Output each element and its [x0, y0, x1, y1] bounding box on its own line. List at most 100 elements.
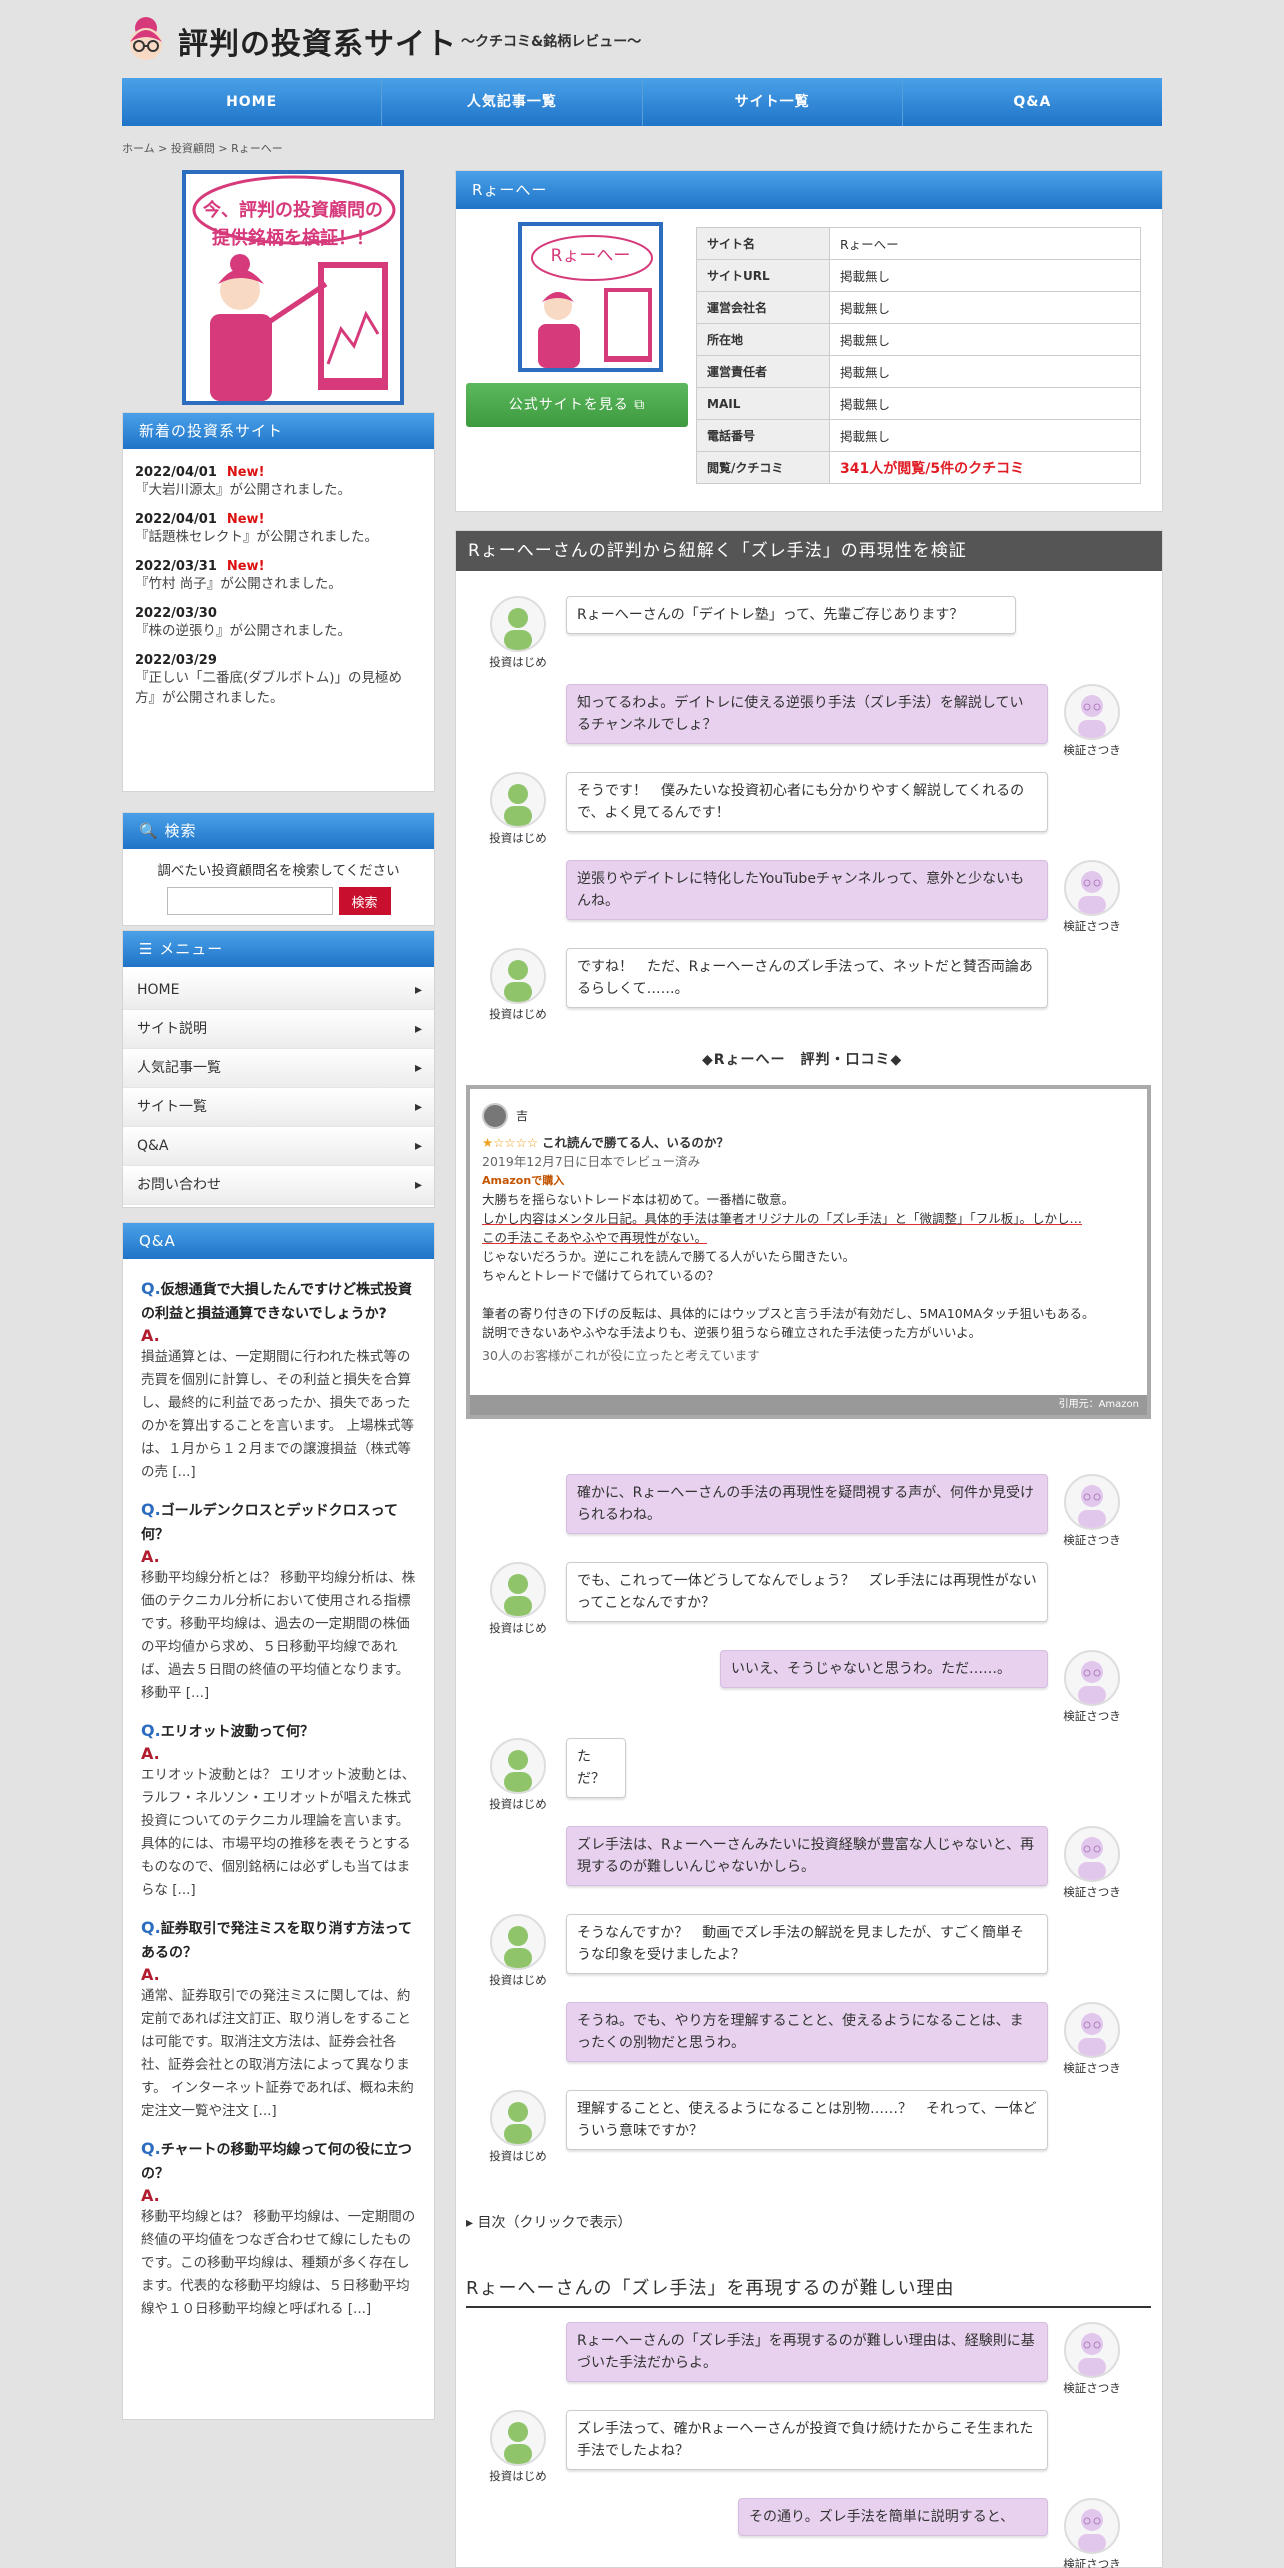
site-logo[interactable]: 評判の投資系サイト 〜クチコミ&銘柄レビュー〜	[122, 12, 641, 70]
chat-bubble: でも、これって一体どうしてなんでしょう？ ズレ手法には再現性がないってことなんで…	[566, 1562, 1048, 1622]
review-line: この手法こそあやふやで再現性がない。	[482, 1230, 708, 1245]
speaker-avatar: 検証さつき	[1062, 1650, 1122, 1724]
news-date-text: 2022/04/01	[135, 512, 217, 527]
review-title: これ読んで勝てる人、いるのか？	[542, 1135, 729, 1150]
menu-item[interactable]: 人気記事一覧	[123, 1049, 434, 1088]
chat-bubble: そうなんですか？ 動画でズレ手法の解説を見ましたが、すごく簡単そうな印象を受けま…	[566, 1914, 1048, 1974]
qa-question[interactable]: Q.チャートの移動平均線って何の役に立つの？	[141, 2137, 420, 2186]
woman-avatar-icon	[1078, 2333, 1106, 2376]
qa-question[interactable]: Q.エリオット波動って何？	[141, 1719, 420, 1744]
qa-question[interactable]: Q.仮想通貨で大損したんですけど株式投資の利益と損益通算できないでしょうか?	[141, 1277, 420, 1326]
avatar-frame	[490, 596, 546, 652]
news-link[interactable]: 『大岩川源太』が公開されました。	[135, 480, 422, 500]
official-site-button[interactable]: 公式サイトを見る ⧉	[466, 383, 688, 427]
external-link-icon: ⧉	[634, 397, 646, 413]
speaker-name: 検証さつき	[1063, 743, 1121, 757]
profile-key: 電話番号	[696, 419, 830, 452]
news-link[interactable]: 『株の逆張り』が公開されました。	[135, 621, 422, 641]
toc-toggle[interactable]: ▸ 目次（クリックで表示）	[466, 2212, 631, 2232]
news-heading: 新着の投資系サイト	[123, 413, 434, 449]
avatar-frame	[490, 2090, 546, 2146]
chat-message: Rょーへーさんの「ズレ手法」を再現するのが難しい理由は、経験則に基づいた手法だか…	[566, 2322, 1122, 2396]
profile-row: 電話番号 掲載無し	[696, 419, 1141, 452]
speaker-avatar: 投資はじめ	[488, 2090, 548, 2164]
speaker-name: 検証さつき	[1063, 919, 1121, 933]
menu-item[interactable]: サイト一覧	[123, 1088, 434, 1127]
review-heading: ◆Rょーへー 評判・口コミ◆	[702, 1052, 903, 1068]
q-mark: Q.	[141, 1500, 161, 1519]
speaker-avatar: 検証さつき	[1062, 2322, 1122, 2396]
avatar-frame	[1064, 2498, 1120, 2554]
new-badge: New!	[226, 512, 265, 527]
avatar-frame	[490, 948, 546, 1004]
avatar-frame	[1064, 684, 1120, 740]
banner-caption: 今、評判の投資顧問の 提供銘柄を検証！！	[182, 197, 404, 253]
q-mark: Q.	[141, 2139, 161, 2158]
profile-row: 運営責任者 掲載無し	[696, 355, 1141, 388]
chat-bubble: ズレ手法って、確かRょーへーさんが投資で負け続けたからこそ生まれた手法でしたよね…	[566, 2410, 1048, 2470]
chat-bubble: そうね。でも、やり方を理解することと、使えるようになることは、まったくの別物だと…	[566, 2002, 1048, 2062]
qa-question[interactable]: Q.ゴールデンクロスとデッドクロスって何？	[141, 1498, 420, 1547]
review-card: 吉 ★☆☆☆☆ これ読んで勝てる人、いるのか？ 2019年12月7日に日本でレビ…	[466, 1085, 1151, 1419]
nav-qa[interactable]: Q&A	[903, 78, 1162, 126]
section-heading: Rょーへーさんの「ズレ手法」を再現するのが難しい理由	[466, 2274, 1151, 2308]
chat-bubble: 逆張りやデイトレに特化したYouTubeチャンネルって、意外と少ないもんね。	[566, 860, 1048, 920]
menu-list: HOMEサイト説明人気記事一覧サイト一覧Q&Aお問い合わせ	[123, 971, 434, 1205]
nav-sites[interactable]: サイト一覧	[643, 78, 903, 126]
qa-answer: 損益通算とは、一定期間に行われた株式等の売買を個別に計算し、その利益と損失を合算…	[141, 1349, 414, 1480]
news-link[interactable]: 『竹村 尚子』が公開されました。	[135, 574, 422, 594]
avatar-frame	[1064, 2322, 1120, 2378]
profile-row: サイトURL 掲載無し	[696, 259, 1141, 292]
qa-answer: 通常、証券取引での発注ミスに関しては、約定前であれば注文訂正、取り消しをすること…	[141, 1988, 414, 2119]
news-link[interactable]: 『正しい「二番底(ダブルボトム)」の見極め方』が公開されました。	[135, 668, 422, 708]
avatar-frame	[1064, 1826, 1120, 1882]
news-date-text: 2022/04/01	[135, 465, 217, 480]
avatar-frame	[490, 1562, 546, 1618]
qa-question-text: ゴールデンクロスとデッドクロスって何？	[141, 1503, 398, 1543]
q-mark: Q.	[141, 1918, 161, 1937]
avatar-frame	[1064, 1474, 1120, 1530]
profile-key: 閲覧/クチコミ	[696, 451, 830, 484]
menu-heading: ☰ メニュー	[123, 931, 434, 967]
chat-message: 知ってるわよ。デイトレに使える逆張り手法（ズレ手法）を解説しているチャンネルでし…	[566, 684, 1122, 758]
boy-avatar-icon	[504, 784, 532, 826]
speaker-avatar: 検証さつき	[1062, 2498, 1122, 2568]
menu-item[interactable]: HOME	[123, 971, 434, 1010]
qa-answer: エリオット波動とは？ エリオット波動とは、ラルフ・ネルソン・エリオットが唱えた株…	[141, 1767, 416, 1898]
menu-item[interactable]: サイト説明	[123, 1010, 434, 1049]
review-line: 大勝ちを揺らないトレード本は初めて。一番楢に敬意。	[482, 1192, 795, 1207]
speaker-avatar: 検証さつき	[1062, 1474, 1122, 1548]
nav-popular[interactable]: 人気記事一覧	[382, 78, 643, 126]
boy-avatar-icon	[504, 1926, 532, 1968]
profile-value: 掲載無し	[829, 387, 1141, 420]
news-date: 2022/03/31 New!	[135, 559, 422, 574]
woman-avatar-icon	[1078, 1837, 1106, 1880]
new-badge: New!	[226, 559, 265, 574]
news-link[interactable]: 『話題株セレクト』が公開されました。	[135, 527, 422, 547]
a-mark: A.	[141, 2186, 160, 2205]
qa-list: Q.仮想通貨で大損したんですけど株式投資の利益と損益通算できないでしょうか? A.…	[123, 1259, 434, 2345]
news-box: 新着の投資系サイト 2022/04/01 New! 『大岩川源太』が公開されました。…	[122, 412, 435, 792]
nav-home[interactable]: HOME	[122, 78, 383, 126]
menu-item[interactable]: Q&A	[123, 1127, 434, 1166]
search-button[interactable]: 検索	[338, 887, 391, 915]
chat-bubble: 確かに、Rょーへーさんの手法の再現性を疑問視する声が、何件か見受けられるわね。	[566, 1474, 1048, 1534]
qa-box: Q&A Q.仮想通貨で大損したんですけど株式投資の利益と損益通算できないでしょう…	[122, 1222, 435, 2420]
search-input[interactable]	[166, 887, 333, 915]
speaker-name: 投資はじめ	[489, 1797, 547, 1811]
speaker-name: 投資はじめ	[489, 2469, 547, 2483]
speaker-name: 検証さつき	[1063, 2381, 1121, 2395]
chat-bubble: そうです！ 僕みたいな投資初心者にも分かりやすく解説してくれるので、よく見てるん…	[566, 772, 1048, 832]
review-line	[482, 1285, 1135, 1304]
speaker-avatar: 投資はじめ	[488, 1738, 548, 1812]
a-mark: A.	[141, 1965, 160, 1984]
review-line: じゃないだろうか。逆にこれを読んで勝てる人がいたら聞きたい。	[482, 1249, 856, 1264]
speaker-name: 投資はじめ	[489, 2149, 547, 2163]
chat-message: 投資はじめ Rょーへーさんの「デイトレ塾」って、先輩ご存じあります？	[488, 596, 1016, 670]
woman-face-icon	[130, 17, 162, 60]
chat-message: 投資はじめ ですね！ ただ、Rょーへーさんのズレ手法って、ネットだと賛否両論あるら…	[488, 948, 1048, 1022]
qa-question[interactable]: Q.証券取引で発注ミスを取り消す方法ってあるの？	[141, 1916, 420, 1965]
official-site-label: 公式サイトを見る	[508, 397, 629, 413]
menu-item[interactable]: お問い合わせ	[123, 1166, 434, 1205]
chat-bubble: Rょーへーさんの「デイトレ塾」って、先輩ご存じあります？	[566, 596, 1016, 634]
